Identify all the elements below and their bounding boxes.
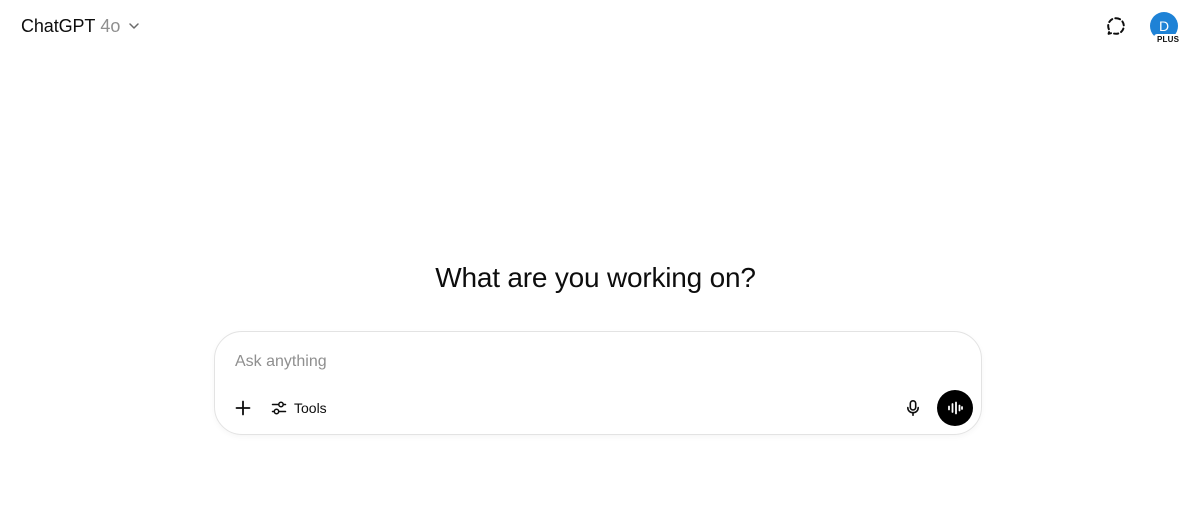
dashed-chat-bubble-icon: [1105, 15, 1127, 37]
prompt-input[interactable]: [235, 346, 955, 378]
voice-waveform-icon: [946, 399, 964, 417]
model-switcher[interactable]: ChatGPT 4o: [12, 11, 150, 41]
avatar-initial: D: [1158, 18, 1170, 34]
temporary-chat-button[interactable]: [1100, 10, 1132, 42]
chevron-down-icon: [127, 19, 141, 33]
plus-icon: [234, 399, 252, 417]
profile-menu-button[interactable]: D PLUS: [1148, 11, 1183, 47]
page-title: What are you working on?: [435, 262, 756, 293]
tools-label: Tools: [294, 400, 327, 416]
model-version: 4o: [100, 15, 121, 36]
model-name: ChatGPT: [21, 15, 96, 36]
chatgpt-page: ChatGPT 4o D PLUS What are you working o…: [0, 0, 1191, 506]
microphone-icon: [904, 399, 922, 417]
dictate-button[interactable]: [899, 392, 927, 424]
tools-button[interactable]: Tools: [265, 392, 333, 424]
sliders-icon: [271, 400, 287, 416]
prompt-composer: Tools: [214, 331, 982, 435]
top-header: ChatGPT 4o D PLUS: [0, 0, 1191, 52]
voice-mode-button[interactable]: [937, 390, 973, 426]
plan-badge: PLUS: [1154, 34, 1183, 45]
attach-button[interactable]: [229, 392, 257, 424]
